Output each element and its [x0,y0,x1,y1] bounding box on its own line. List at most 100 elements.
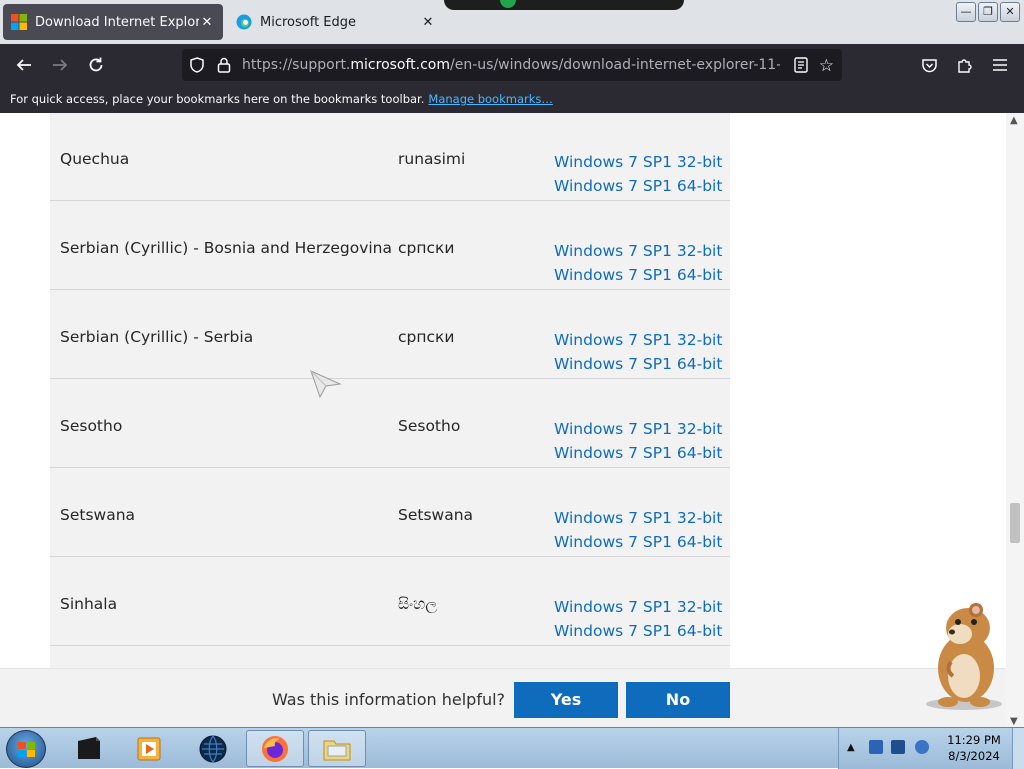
download-32bit-link[interactable]: Windows 7 SP1 32-bit [554,417,722,441]
native-language-name: српски [398,239,455,257]
lock-icon[interactable] [217,57,231,73]
scroll-up-arrow-icon[interactable]: ▲ [1010,115,1018,126]
taskbar-firefox[interactable] [246,730,304,767]
language-name: Serbian (Cyrillic) - Bosnia and Herzegov… [60,239,392,257]
table-row: Sinhala සිංහල Windows 7 SP1 32-bit Windo… [50,557,730,646]
start-button[interactable] [6,730,46,768]
download-32bit-link[interactable]: Windows 7 SP1 32-bit [554,239,722,263]
native-language-name: српски [398,328,455,346]
tab-title: Download Internet Explorer 11 (Offline i… [35,14,199,30]
edge-logo-icon [236,14,252,30]
language-download-table: Quechua runasimi Windows 7 SP1 32-bit Wi… [50,113,730,727]
download-32bit-link[interactable]: Windows 7 SP1 32-bit [554,595,722,619]
hamster-mascot-icon [926,603,1002,710]
media-player-icon [137,737,161,760]
show-hidden-icons-icon[interactable]: ▲ [847,742,855,753]
show-desktop-button[interactable] [1012,728,1024,769]
language-name: Sesotho [60,417,123,435]
url-text[interactable]: https://support.microsoft.com/en-us/wind… [242,57,780,73]
tab-close-icon[interactable]: ✕ [420,15,436,30]
language-name: Sinhala [60,595,118,613]
close-window-button[interactable]: ✕ [1000,2,1020,22]
download-links: Windows 7 SP1 32-bit Windows 7 SP1 64-bi… [554,417,722,465]
puzzle-icon [957,58,972,73]
download-links: Windows 7 SP1 32-bit Windows 7 SP1 64-bi… [554,506,722,554]
windows-logo-icon [18,742,35,757]
globe-icon [199,735,227,762]
taskbar-media-player[interactable] [120,730,178,767]
native-language-name: runasimi [398,150,466,168]
tracking-protection-shield-icon[interactable] [189,57,205,73]
network-icon[interactable] [891,740,905,754]
feedback-bar: Was this information helpful? Yes No [0,668,1006,727]
action-center-icon[interactable] [869,740,883,754]
taskbar-terminal-app[interactable] [60,730,118,767]
taskbar-file-explorer[interactable] [308,730,366,767]
manage-bookmarks-link[interactable]: Manage bookmarks… [428,92,553,106]
taskbar-globe-app[interactable] [184,730,242,767]
desktop-widget-decoration [444,0,684,10]
feedback-yes-button[interactable]: Yes [514,682,618,718]
reload-button[interactable] [83,52,109,78]
firefox-icon [262,735,288,762]
microsoft-logo-icon [11,14,27,30]
navigation-toolbar: https://support.microsoft.com/en-us/wind… [0,44,1024,86]
download-32bit-link[interactable]: Windows 7 SP1 32-bit [554,328,722,352]
scrollbar-thumb[interactable] [1010,503,1020,543]
clock[interactable]: 11:29 PM 8/3/2024 [939,732,1009,764]
bookmarks-toolbar: For quick access, place your bookmarks h… [0,86,1024,113]
table-row: Quechua runasimi Windows 7 SP1 32-bit Wi… [50,113,730,201]
download-links: Windows 7 SP1 32-bit Windows 7 SP1 64-bi… [554,239,722,287]
bookmarks-hint-text: For quick access, place your bookmarks h… [10,92,425,106]
folder-icon [323,740,351,760]
download-64bit-link[interactable]: Windows 7 SP1 64-bit [554,441,722,465]
download-64bit-link[interactable]: Windows 7 SP1 64-bit [554,174,722,198]
restore-button[interactable]: ❐ [978,2,998,22]
native-language-name: Sesotho [398,417,461,435]
language-name: Quechua [60,150,130,168]
download-32bit-link[interactable]: Windows 7 SP1 32-bit [554,150,722,174]
forward-button[interactable] [47,52,73,78]
url-bar[interactable]: https://support.microsoft.com/en-us/wind… [182,49,842,81]
tab-title: Microsoft Edge [260,14,357,30]
table-row: Serbian (Cyrillic) - Serbia српски Windo… [50,290,730,379]
back-arrow-icon [16,59,31,71]
window-controls: — ❐ ✕ [956,2,1020,22]
feedback-question: Was this information helpful? [272,690,506,709]
scroll-down-arrow-icon[interactable]: ▼ [1010,716,1018,727]
windows-taskbar: ▲ 11:29 PM 8/3/2024 [0,727,1024,769]
volume-icon[interactable] [915,740,929,754]
download-64bit-link[interactable]: Windows 7 SP1 64-bit [554,619,722,643]
reader-view-icon[interactable] [794,57,808,73]
bookmark-star-icon[interactable]: ☆ [819,56,834,76]
download-links: Windows 7 SP1 32-bit Windows 7 SP1 64-bi… [554,150,722,198]
tab-microsoft-edge[interactable]: Microsoft Edge ✕ [228,4,444,40]
pocket-button[interactable] [916,52,942,78]
clock-date: 8/3/2024 [948,749,1000,763]
pocket-icon [921,58,937,72]
hamburger-icon [993,59,1007,71]
menu-button[interactable] [987,52,1013,78]
table-row: Setswana Setswana Windows 7 SP1 32-bit W… [50,468,730,557]
terminal-app-icon [78,736,100,759]
language-name: Setswana [60,506,136,524]
forward-arrow-icon [53,59,68,71]
tab-strip: Download Internet Explorer 11 (Offline i… [0,0,1024,44]
tab-ie11-download[interactable]: Download Internet Explorer 11 (Offline i… [3,4,223,40]
back-button[interactable] [11,52,37,78]
download-64bit-link[interactable]: Windows 7 SP1 64-bit [554,263,722,287]
table-row: Serbian (Cyrillic) - Bosnia and Herzegov… [50,201,730,290]
download-64bit-link[interactable]: Windows 7 SP1 64-bit [554,530,722,554]
clock-time: 11:29 PM [947,733,1001,747]
extensions-button[interactable] [951,52,977,78]
download-links: Windows 7 SP1 32-bit Windows 7 SP1 64-bi… [554,328,722,376]
minimize-button[interactable]: — [956,2,976,22]
download-32bit-link[interactable]: Windows 7 SP1 32-bit [554,506,722,530]
table-row: Sesotho Sesotho Windows 7 SP1 32-bit Win… [50,379,730,468]
native-language-name: Setswana [398,506,474,524]
web-page-content: Quechua runasimi Windows 7 SP1 32-bit Wi… [0,113,1006,727]
download-links: Windows 7 SP1 32-bit Windows 7 SP1 64-bi… [554,595,722,643]
download-64bit-link[interactable]: Windows 7 SP1 64-bit [554,352,722,376]
tab-close-icon[interactable]: ✕ [199,15,215,30]
feedback-no-button[interactable]: No [626,682,730,718]
